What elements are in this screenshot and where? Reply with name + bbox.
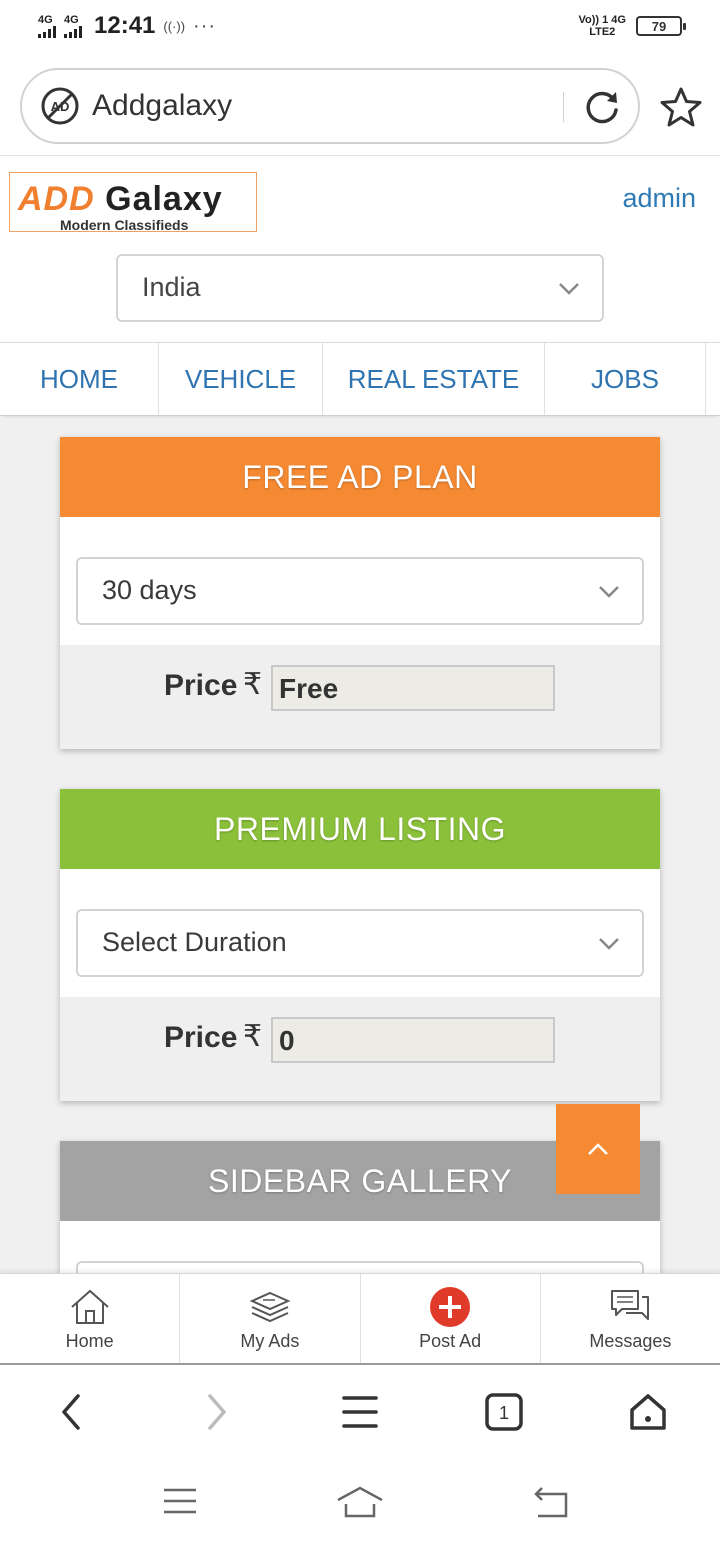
app-bottom-nav: Home My Ads Post Ad Messages <box>0 1273 720 1365</box>
status-right: Vo)) 1 4G LTE2 79 <box>579 14 686 38</box>
volte-indicator: Vo)) 1 4G LTE2 <box>579 14 626 38</box>
plan-price-row: Price ₹ 0 <box>60 997 660 1101</box>
plan-card-premium: PREMIUM LISTING Select Duration Price ₹ … <box>60 789 660 1101</box>
volte-bottom: LTE2 <box>589 26 616 38</box>
home-icon <box>70 1289 109 1324</box>
plan-card-free: FREE AD PLAN 30 days Price ₹ Free <box>60 437 660 749</box>
clock: 12:41 <box>94 12 156 39</box>
url-field[interactable]: AD Addgalaxy <box>20 68 640 144</box>
sim1-label: 4G <box>38 13 53 26</box>
app-nav-messages[interactable]: Messages <box>541 1274 720 1363</box>
duration-select[interactable]: 30 days <box>76 557 644 625</box>
price-field: Free <box>271 665 555 711</box>
tab-count: 1 <box>499 1403 509 1423</box>
signal-bars-icon <box>64 25 82 38</box>
country-select-value: India <box>142 272 201 302</box>
battery-level: 79 <box>651 18 667 34</box>
browser-address-bar: AD Addgalaxy <box>0 58 720 156</box>
app-nav-post-ad[interactable]: Post Ad <box>361 1274 541 1363</box>
system-home-icon[interactable] <box>336 1482 384 1522</box>
app-nav-home[interactable]: Home <box>0 1274 181 1363</box>
system-nav-bar <box>0 1458 720 1544</box>
ad-block-icon[interactable]: AD <box>40 86 80 126</box>
forward-icon[interactable] <box>192 1388 240 1436</box>
reload-icon[interactable] <box>580 86 624 130</box>
chevron-down-icon <box>599 586 619 598</box>
logo-tagline: Modern Classifieds <box>60 217 189 233</box>
site-logo[interactable]: ADD Galaxy Modern Classifieds <box>9 172 257 233</box>
nav-item-real-estate[interactable]: REAL ESTATE <box>323 343 545 415</box>
rupee-icon: ₹ <box>243 668 263 701</box>
nav-item-label: VEHICLE <box>184 363 297 394</box>
recent-apps-icon[interactable] <box>156 1482 204 1522</box>
nav-item-jobs[interactable]: JOBS <box>545 343 706 415</box>
chevron-down-icon <box>599 938 619 950</box>
plan-body: 30 days <box>60 517 660 645</box>
price-field: 0 <box>271 1017 555 1063</box>
duration-select-value: 30 days <box>102 575 197 605</box>
plan-body <box>60 1221 660 1274</box>
nav-item-label: JOBS <box>591 363 659 394</box>
main-nav: HOME VEHICLE REAL ESTATE JOBS <box>0 342 720 416</box>
plus-circle-icon <box>430 1287 471 1327</box>
plan-body: Select Duration <box>60 869 660 997</box>
chevron-up-icon <box>588 1143 608 1155</box>
plan-title: FREE AD PLAN <box>60 437 660 517</box>
nav-item-vehicle[interactable]: VEHICLE <box>159 343 323 415</box>
system-back-icon[interactable] <box>526 1482 574 1522</box>
browser-home-icon[interactable] <box>624 1388 672 1436</box>
app-nav-label: Home <box>65 1331 114 1351</box>
rupee-icon: ₹ <box>243 1020 263 1053</box>
back-icon[interactable] <box>48 1388 96 1436</box>
star-icon[interactable] <box>660 86 702 128</box>
sim1-signal: 4G <box>38 13 56 38</box>
volte-top: Vo)) 1 4G <box>578 14 626 26</box>
url-text[interactable]: Addgalaxy <box>92 89 232 123</box>
menu-icon[interactable] <box>336 1388 384 1436</box>
scroll-to-top-button[interactable] <box>556 1104 640 1194</box>
nav-item-label: REAL ESTATE <box>347 363 520 394</box>
hotspot-icon: ((·)) <box>163 18 186 34</box>
nav-item-home[interactable]: HOME <box>0 343 159 415</box>
url-divider <box>563 92 564 122</box>
app-nav-label: Post Ad <box>419 1331 482 1351</box>
chevron-down-icon <box>559 283 579 295</box>
stack-icon <box>249 1291 291 1323</box>
tabs-icon[interactable]: 1 <box>480 1388 528 1436</box>
duration-select[interactable]: Select Duration <box>76 909 644 977</box>
duration-select-value: Select Duration <box>102 927 287 957</box>
battery-icon: 79 <box>636 16 686 36</box>
logo-add: ADD <box>18 180 95 218</box>
logo-wordmark: ADD Galaxy <box>18 179 223 219</box>
admin-link[interactable]: admin <box>622 183 696 214</box>
status-left: 4G 4G 12:41 ((·)) ··· <box>38 12 216 40</box>
app-nav-my-ads[interactable]: My Ads <box>180 1274 361 1363</box>
price-label: Price <box>164 669 238 702</box>
chat-icon <box>611 1290 650 1320</box>
more-notifications-icon: ··· <box>193 14 217 37</box>
sim2-signal: 4G <box>64 13 82 38</box>
browser-toolbar: 1 <box>0 1366 720 1458</box>
app-nav-label: My Ads <box>240 1331 300 1351</box>
price-label: Price <box>164 1021 238 1054</box>
nav-item-label: HOME <box>40 363 118 394</box>
country-select[interactable]: India <box>116 254 604 322</box>
plan-title: PREMIUM LISTING <box>60 789 660 869</box>
status-bar: 4G 4G 12:41 ((·)) ··· Vo)) 1 4G LTE2 79 <box>0 0 720 56</box>
plan-price-row: Price ₹ Free <box>60 645 660 749</box>
sim2-label: 4G <box>64 13 79 26</box>
signal-bars-icon <box>38 25 56 38</box>
app-nav-label: Messages <box>589 1331 672 1351</box>
logo-galaxy: Galaxy <box>105 180 223 218</box>
